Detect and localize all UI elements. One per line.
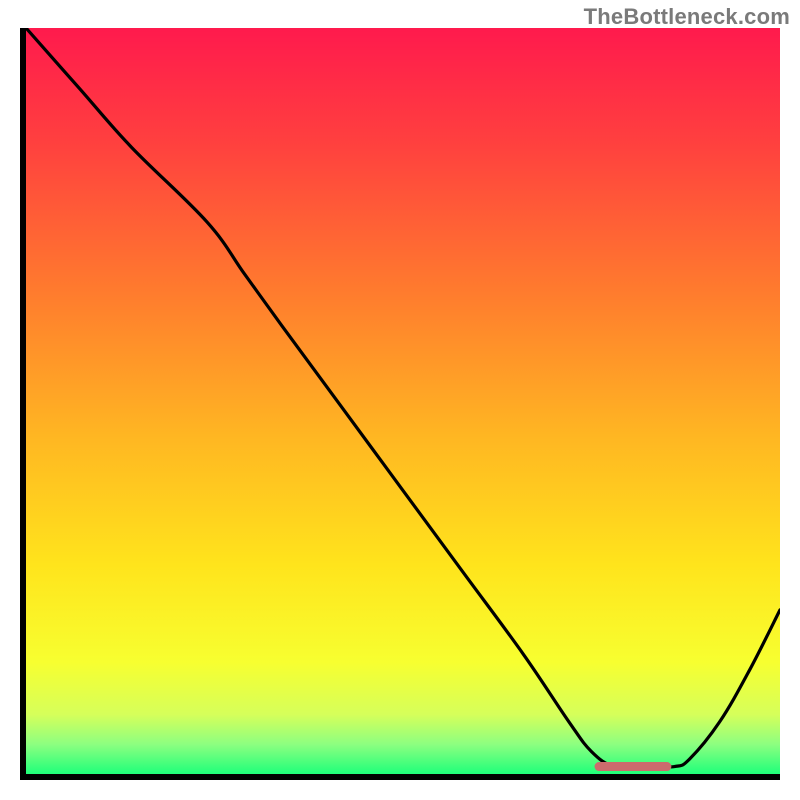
chart-svg	[20, 28, 780, 780]
gradient-background	[26, 28, 780, 774]
watermark-text: TheBottleneck.com	[584, 4, 790, 30]
plot-area	[20, 28, 780, 780]
chart-stage: TheBottleneck.com	[0, 0, 800, 800]
